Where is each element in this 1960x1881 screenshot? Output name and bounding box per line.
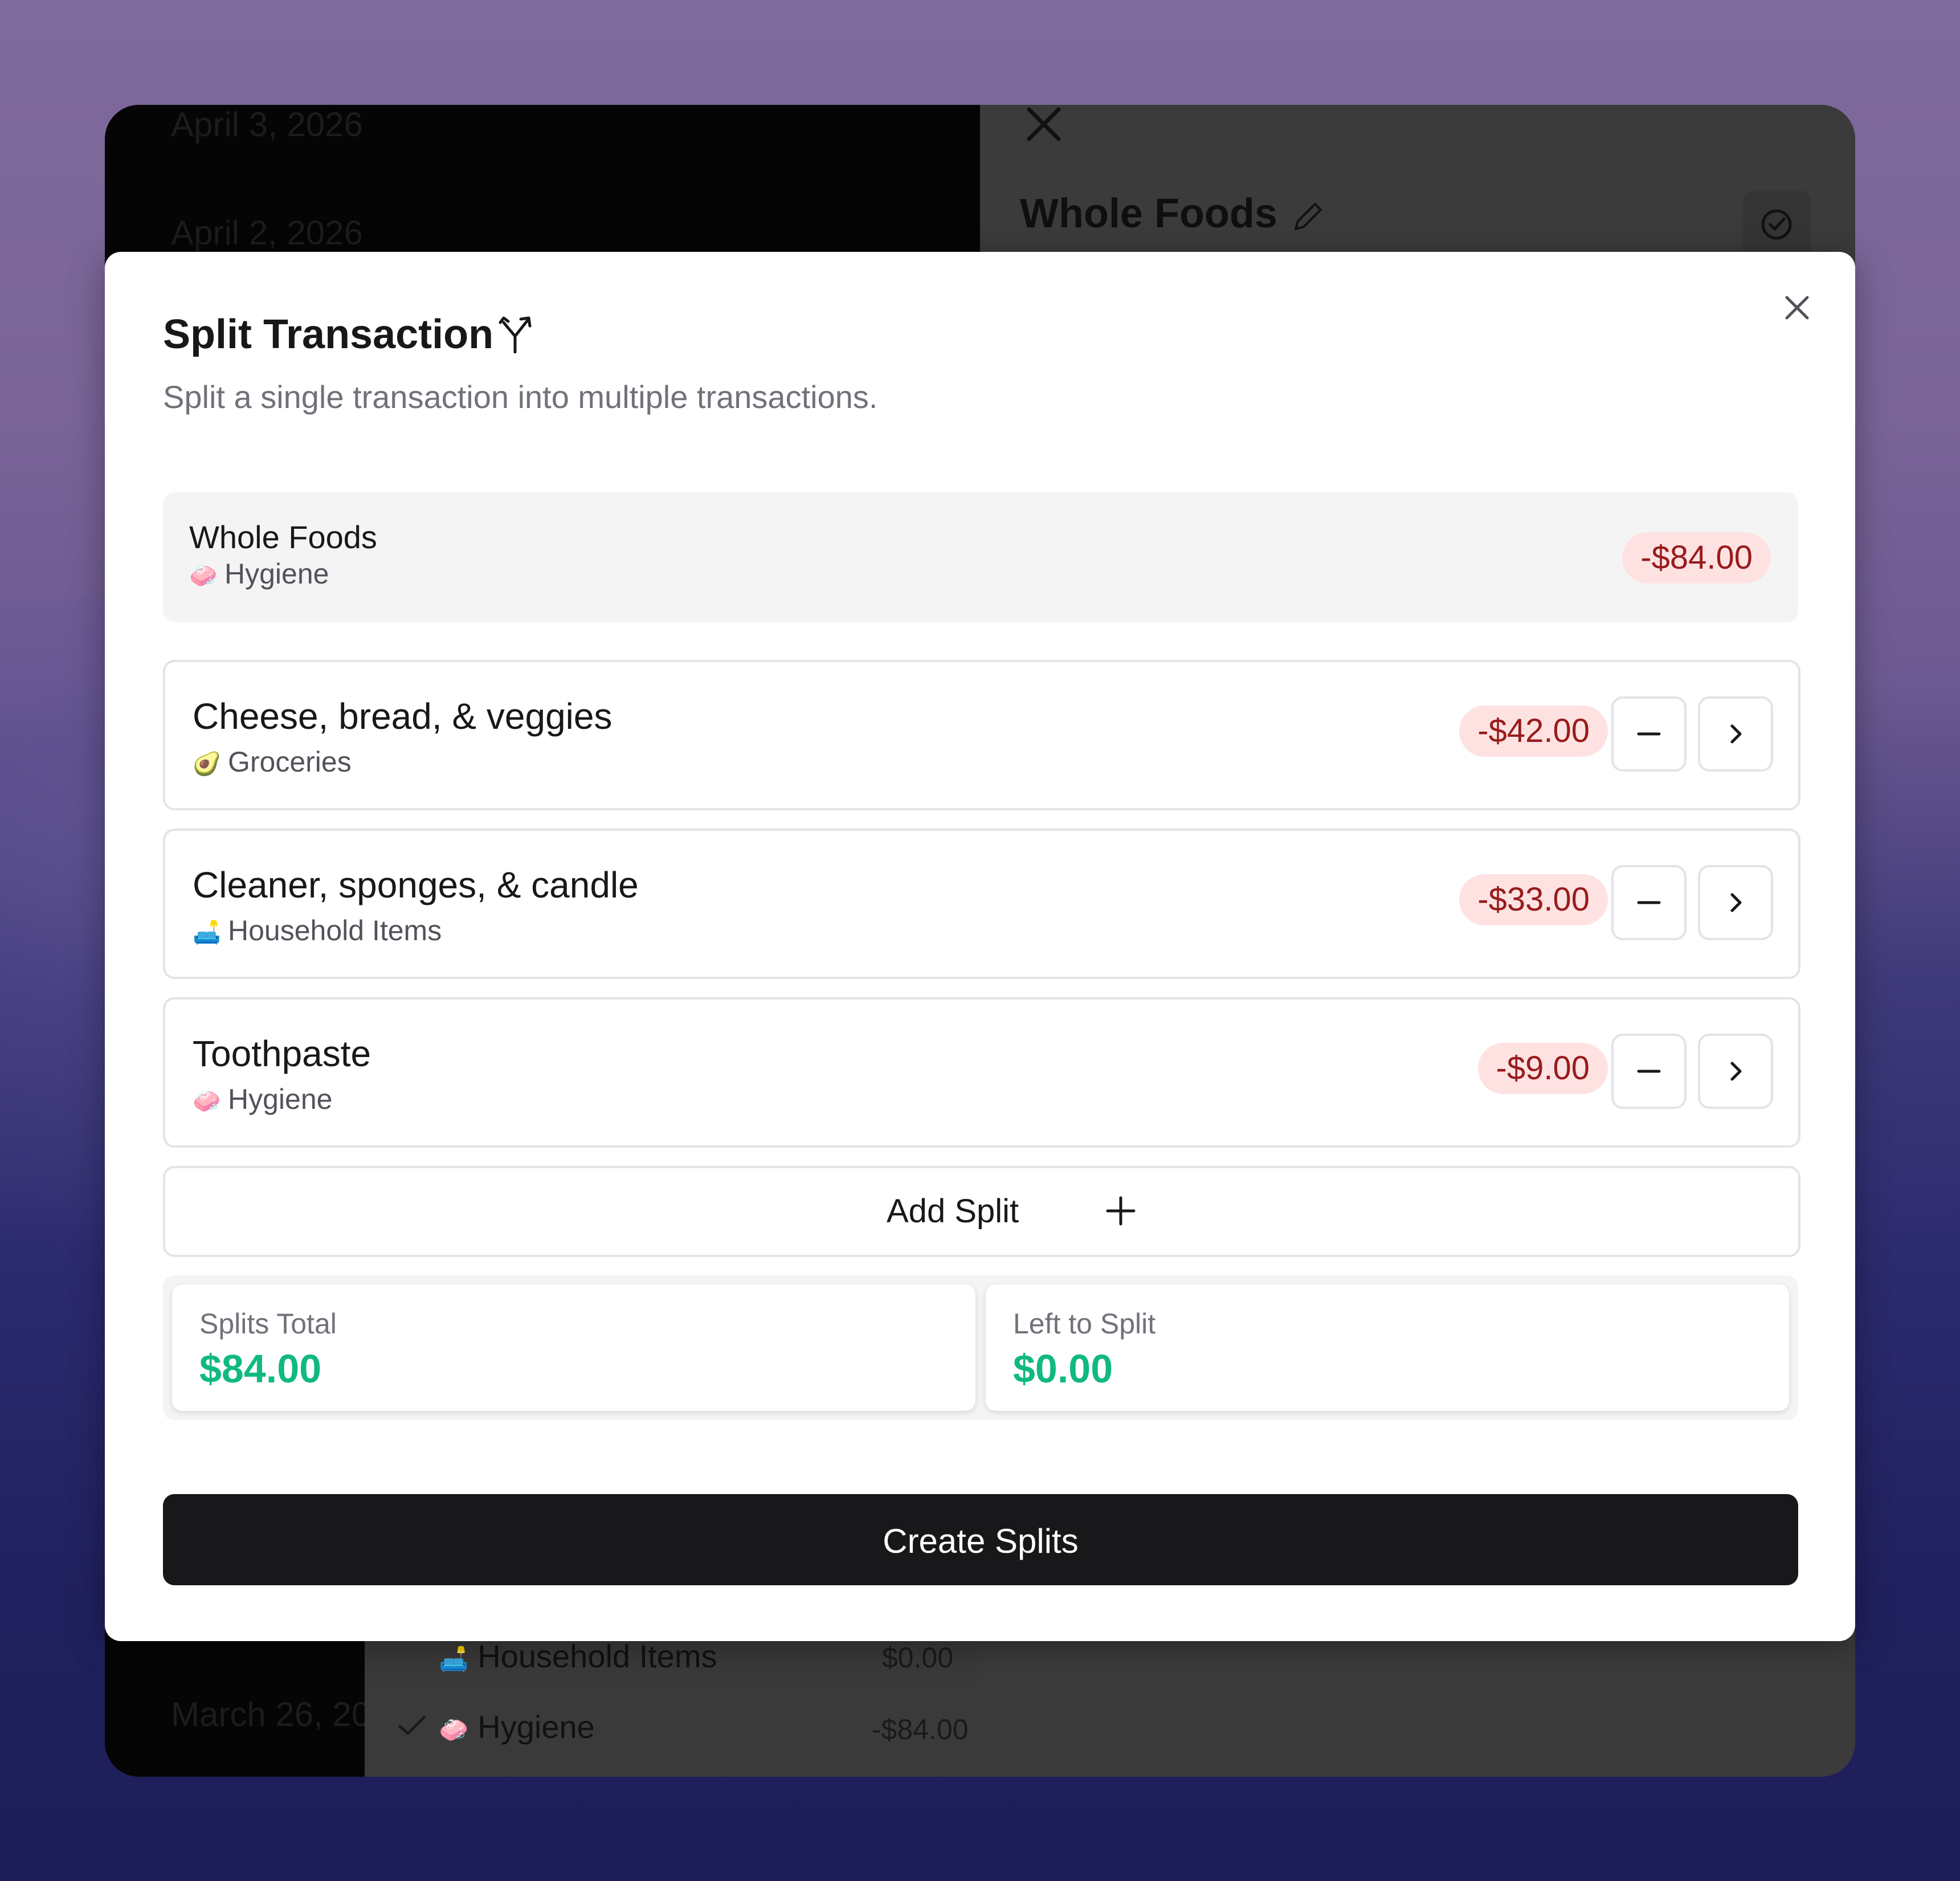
avocado-icon: 🥑 bbox=[193, 752, 221, 777]
remove-split-button[interactable] bbox=[1611, 865, 1687, 940]
dialog-title: Split Transaction bbox=[163, 312, 494, 357]
splits-total-card: Splits Total $84.00 bbox=[172, 1284, 975, 1411]
chevron-right-icon bbox=[1730, 893, 1742, 912]
remove-split-button[interactable] bbox=[1611, 1034, 1687, 1109]
couch-icon: 🛋️ bbox=[439, 1646, 469, 1672]
category-row-amount: $0.00 bbox=[882, 1642, 954, 1674]
original-transaction-name: Whole Foods bbox=[189, 519, 377, 555]
split-category: 🧼 Hygiene bbox=[193, 1083, 332, 1116]
add-split-label: Add Split bbox=[887, 1193, 1019, 1230]
dialog-subtitle: Split a single transaction into multiple… bbox=[163, 379, 878, 415]
close-icon[interactable] bbox=[1021, 105, 1067, 150]
splits-total-value: $84.00 bbox=[199, 1347, 322, 1391]
left-to-split-value: $0.00 bbox=[1013, 1347, 1113, 1391]
edit-split-button[interactable] bbox=[1698, 1034, 1773, 1109]
left-to-split-label: Left to Split bbox=[1013, 1308, 1156, 1340]
left-to-split-card: Left to Split $0.00 bbox=[986, 1284, 1789, 1411]
split-row[interactable]: Cheese, bread, & veggies 🥑 Groceries -$42… bbox=[163, 660, 1800, 810]
soap-icon: 🧼 bbox=[439, 1716, 469, 1743]
minus-icon bbox=[1637, 901, 1661, 904]
split-category: 🛋️ Household Items bbox=[193, 914, 442, 947]
date-header: April 3, 2026 bbox=[171, 105, 363, 144]
category-row-label: Hygiene bbox=[477, 1709, 595, 1745]
split-row[interactable]: Toothpaste 🧼 Hygiene -$9.00 bbox=[163, 997, 1800, 1148]
splits-total-label: Splits Total bbox=[199, 1308, 337, 1340]
category-label: Household Items bbox=[228, 915, 442, 946]
category-label: Groceries bbox=[228, 746, 352, 778]
date-header: April 2, 2026 bbox=[171, 214, 363, 252]
create-splits-label: Create Splits bbox=[883, 1522, 1079, 1560]
split-row[interactable]: Cleaner, sponges, & candle 🛋️ Household I… bbox=[163, 829, 1800, 979]
chevron-right-icon bbox=[1730, 724, 1742, 744]
split-amount-badge: -$9.00 bbox=[1477, 1043, 1608, 1094]
detail-title: Whole Foods bbox=[1020, 191, 1277, 236]
soap-icon: 🧼 bbox=[189, 564, 218, 589]
remove-split-button[interactable] bbox=[1611, 696, 1687, 772]
category-label: Hygiene bbox=[228, 1083, 333, 1115]
category-row[interactable]: 🛋️ Household Items bbox=[439, 1638, 717, 1675]
split-amount-badge: -$42.00 bbox=[1459, 705, 1608, 757]
create-splits-button[interactable]: Create Splits bbox=[163, 1494, 1798, 1585]
category-row-label: Household Items bbox=[477, 1638, 717, 1674]
split-name: Toothpaste bbox=[193, 1033, 371, 1074]
check-icon bbox=[398, 1715, 426, 1736]
minus-icon bbox=[1637, 732, 1661, 736]
add-split-button[interactable]: Add Split bbox=[163, 1166, 1800, 1257]
original-transaction-card: Whole Foods 🧼 Hygiene -$84.00 bbox=[163, 492, 1798, 622]
original-transaction-category: 🧼 Hygiene bbox=[189, 557, 329, 590]
original-amount-badge: -$84.00 bbox=[1622, 532, 1771, 584]
close-icon[interactable] bbox=[1782, 293, 1812, 323]
minus-icon bbox=[1637, 1070, 1661, 1073]
category-row-amount: -$84.00 bbox=[872, 1713, 969, 1745]
split-category: 🥑 Groceries bbox=[193, 745, 352, 778]
soap-icon: 🧼 bbox=[193, 1089, 221, 1115]
couch-icon: 🛋️ bbox=[193, 920, 221, 946]
category-label: Hygiene bbox=[224, 558, 329, 590]
check-circle-icon bbox=[1761, 209, 1792, 240]
split-transaction-dialog: Split Transaction Split a single transac… bbox=[105, 252, 1855, 1641]
category-row[interactable]: 🧼 Hygiene bbox=[439, 1708, 595, 1745]
chevron-right-icon bbox=[1730, 1062, 1742, 1081]
plus-icon bbox=[1106, 1196, 1136, 1226]
edit-split-button[interactable] bbox=[1698, 696, 1773, 772]
edit-split-button[interactable] bbox=[1698, 865, 1773, 940]
split-arrows-icon bbox=[499, 316, 532, 353]
split-totals: Splits Total $84.00 Left to Split $0.00 bbox=[163, 1275, 1798, 1420]
mark-reviewed-button[interactable] bbox=[1742, 190, 1811, 259]
split-amount-badge: -$33.00 bbox=[1459, 874, 1608, 925]
split-name: Cleaner, sponges, & candle bbox=[193, 864, 639, 905]
split-name: Cheese, bread, & veggies bbox=[193, 696, 612, 737]
pencil-icon[interactable] bbox=[1290, 198, 1326, 235]
